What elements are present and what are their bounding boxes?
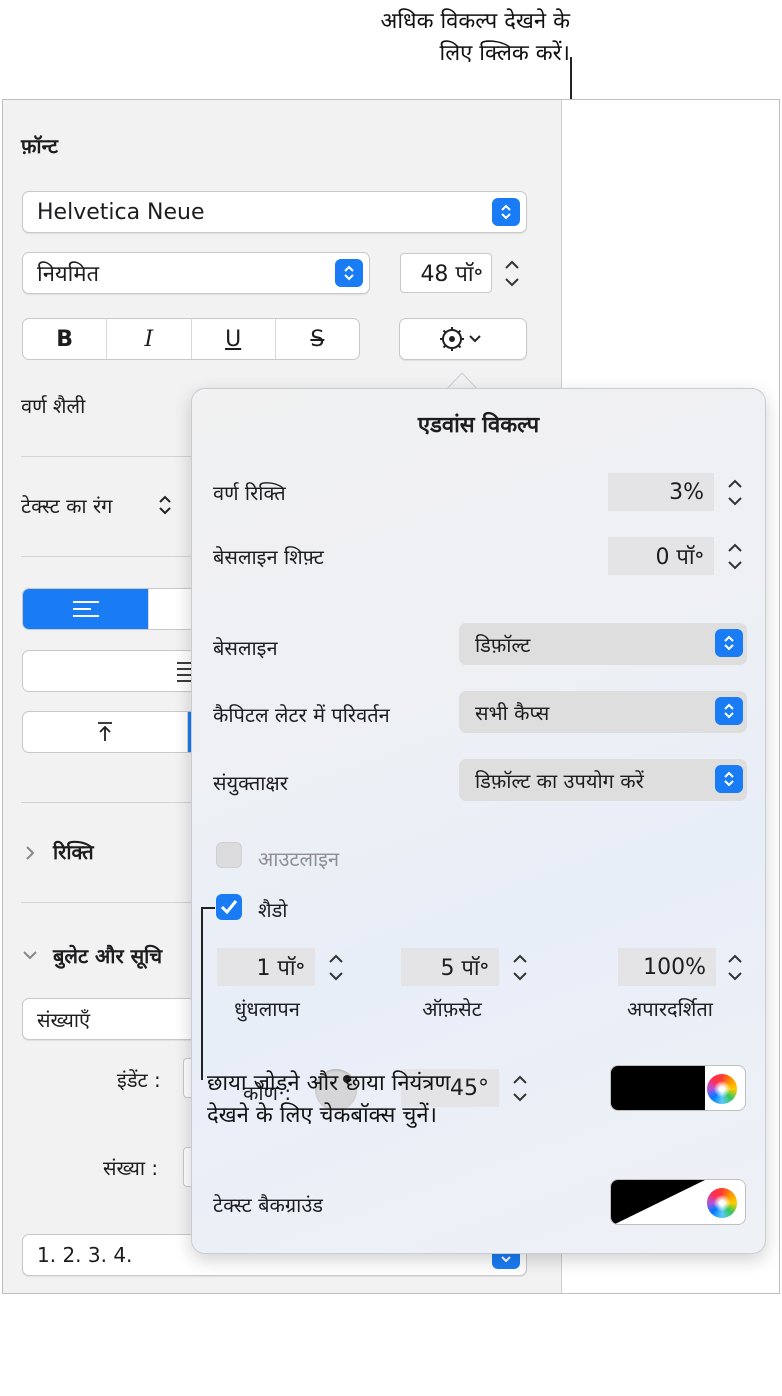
outline-checkbox[interactable]: [216, 842, 242, 868]
font-family-popup[interactable]: Helvetica Neue: [22, 191, 527, 233]
popup-stepper-icon: [715, 765, 743, 793]
char-spacing-stepper[interactable]: [724, 472, 746, 512]
chevron-down-icon[interactable]: [21, 948, 39, 962]
opacity-label: अपारदर्शिता: [627, 997, 713, 1021]
angle-stepper[interactable]: [509, 1068, 531, 1108]
baseline-popup[interactable]: डिफ़ॉल्ट: [459, 623, 747, 665]
font-style-value: नियमित: [37, 262, 100, 287]
opacity-stepper[interactable]: [724, 947, 746, 987]
color-wheel-icon[interactable]: [707, 1074, 737, 1104]
char-spacing-label: वर्ण रिक्ति: [213, 481, 286, 505]
chevron-updown-icon[interactable]: [157, 494, 173, 516]
align-left-icon: [72, 601, 99, 617]
baseline-shift-stepper[interactable]: [724, 536, 746, 576]
italic-button[interactable]: I: [107, 319, 192, 359]
popup-stepper-icon: [715, 697, 743, 725]
no-fill-swatch: [611, 1180, 705, 1224]
chevron-right-icon[interactable]: [23, 844, 37, 862]
align-top-icon: [98, 722, 112, 741]
bold-button[interactable]: B: [23, 319, 108, 359]
callout-top-line-1: अधिक विकल्प देखने के: [380, 9, 570, 34]
offset-stepper[interactable]: [509, 947, 531, 987]
ligatures-value: डिफ़ॉल्ट का उपयोग करें: [475, 768, 644, 793]
caps-value: सभी कैप्स: [475, 700, 550, 725]
callout-bottom: छाया जोड़ने और छाया नियंत्रण देखने के लि…: [207, 1068, 450, 1132]
indent-label: इंडेंट :: [117, 1068, 161, 1092]
caps-popup[interactable]: सभी कैप्स: [459, 691, 747, 733]
opacity-value: 100%: [643, 954, 706, 980]
font-family-value: Helvetica Neue: [37, 199, 205, 225]
offset-label: ऑफ़सेट: [422, 997, 482, 1021]
blur-stepper[interactable]: [325, 947, 347, 987]
blur-label: धुंधलापन: [234, 997, 300, 1021]
color-wheel-icon[interactable]: [707, 1188, 737, 1218]
callout-bottom-line-1: छाया जोड़ने और छाया नियंत्रण: [207, 1071, 451, 1096]
angle-value: 45°: [450, 1075, 489, 1101]
spacing-section-title[interactable]: रिक्ति: [53, 838, 94, 865]
gear-icon: [440, 327, 481, 351]
ligatures-popup[interactable]: डिफ़ॉल्ट का उपयोग करें: [459, 759, 747, 801]
baseline-shift-label: बेसलाइन शिफ़्ट: [213, 545, 324, 569]
char-spacing-field[interactable]: 3%: [608, 473, 714, 511]
popup-stepper-icon: [715, 629, 743, 657]
baseline-label: बेसलाइन: [213, 636, 278, 660]
shadow-checkbox[interactable]: [216, 894, 242, 920]
text-color-label[interactable]: टेक्स्ट का रंग: [21, 492, 112, 519]
bullet-type-value: संख्याएँ: [37, 1007, 91, 1032]
callout-bottom-line-2: देखने के लिए चेकबॉक्स चुनें।: [207, 1103, 437, 1128]
font-style-popup[interactable]: नियमित: [22, 252, 370, 294]
strikethrough-button[interactable]: S: [276, 319, 359, 359]
font-size-value: 48 पॉ॰: [420, 262, 483, 287]
callout-bottom-leader-v: [201, 908, 203, 1080]
outline-label: आउटलाइन: [258, 847, 340, 871]
font-section-title: फ़ॉन्ट: [21, 134, 58, 158]
shadow-color-swatch: [611, 1066, 705, 1110]
align-left-button[interactable]: [23, 589, 149, 629]
advanced-options-button[interactable]: [399, 318, 527, 360]
underline-button[interactable]: U: [192, 319, 276, 359]
checkmark-icon: [220, 900, 238, 915]
offset-value: 5 पॉ॰: [440, 956, 489, 981]
baseline-value: डिफ़ॉल्ट: [475, 632, 531, 657]
text-format-buttons: B I U S: [22, 318, 360, 360]
opacity-field[interactable]: 100%: [618, 948, 716, 986]
popup-stepper-icon: [492, 198, 520, 226]
callout-bottom-leader-h: [201, 907, 215, 909]
text-background-label: टेक्स्ट बैकग्राउंड: [213, 1193, 323, 1217]
char-style-label: वर्ण शैली: [21, 394, 86, 418]
baseline-shift-value: 0 पॉ॰: [655, 545, 704, 570]
blur-value: 1 पॉ॰: [256, 956, 305, 981]
shadow-label: शैडो: [258, 898, 288, 922]
number-format-value: 1. 2. 3. 4.: [37, 1243, 133, 1267]
char-spacing-value: 3%: [669, 479, 704, 505]
number-label: संख्या :: [103, 1156, 159, 1180]
bullets-section-title[interactable]: बुलेट और सूचि: [53, 942, 162, 969]
offset-field[interactable]: 5 पॉ॰: [401, 948, 499, 986]
popup-stepper-icon: [335, 259, 363, 287]
blur-field[interactable]: 1 पॉ॰: [217, 948, 315, 986]
callout-top-line-2: लिए क्लिक करें।: [439, 41, 571, 66]
caps-label: कैपिटल लेटर में परिवर्तन: [213, 703, 390, 727]
ligatures-label: संयुक्ताक्षर: [213, 771, 288, 795]
callout-top: अधिक विकल्प देखने के लिए क्लिक करें।: [381, 6, 570, 70]
baseline-shift-field[interactable]: 0 पॉ॰: [608, 537, 714, 575]
font-size-field[interactable]: 48 पॉ॰: [400, 253, 492, 293]
align-top-button[interactable]: [23, 712, 188, 752]
text-background-color-well[interactable]: [610, 1179, 746, 1225]
shadow-color-well[interactable]: [610, 1065, 746, 1111]
popover-title: एडवांस विकल्प: [417, 413, 540, 438]
font-size-stepper[interactable]: [501, 253, 523, 293]
